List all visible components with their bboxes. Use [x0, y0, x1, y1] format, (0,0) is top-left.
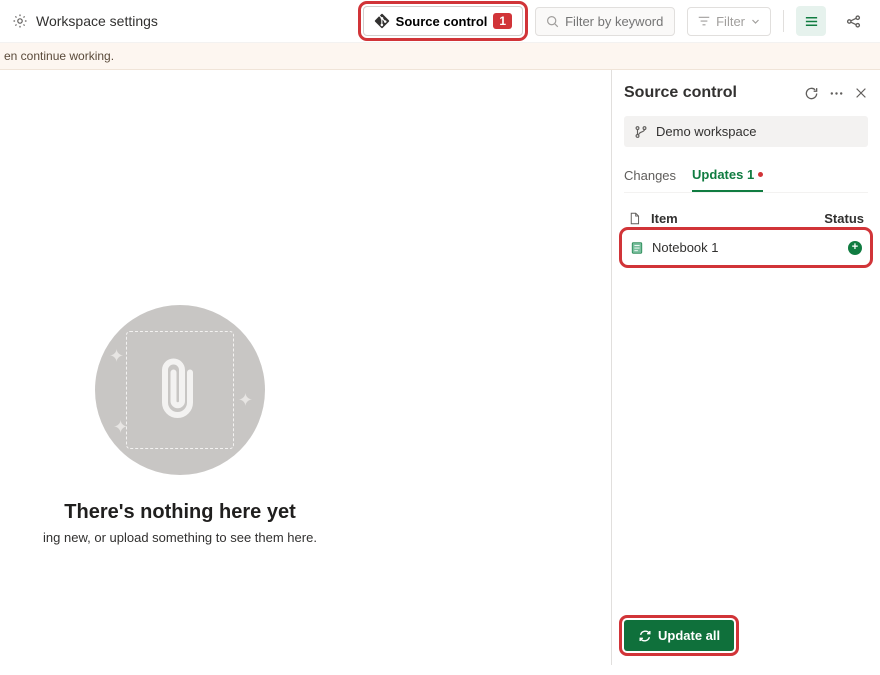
status-added-icon	[848, 241, 862, 255]
filter-icon	[698, 15, 710, 27]
empty-state: ✦ ✦ ✦ There's nothing here yet ing new, …	[0, 305, 360, 545]
branch-icon	[634, 125, 648, 139]
refresh-icon[interactable]	[804, 86, 819, 101]
workspace-settings-label: Workspace settings	[36, 13, 158, 29]
source-control-panel: Source control Demo workspace Cha	[612, 70, 880, 665]
empty-state-title: There's nothing here yet	[64, 501, 295, 524]
source-control-label: Source control	[396, 14, 488, 29]
source-control-badge: 1	[493, 13, 512, 29]
sync-icon	[638, 629, 652, 643]
main: ✦ ✦ ✦ There's nothing here yet ing new, …	[0, 70, 880, 665]
git-icon	[374, 13, 390, 29]
filter-keyword-field[interactable]	[565, 14, 664, 29]
list-icon	[804, 14, 819, 29]
chevron-down-icon	[751, 17, 760, 26]
list-item[interactable]: Notebook 1	[624, 232, 868, 263]
notebook-icon	[630, 241, 644, 255]
update-all-button[interactable]: Update all	[624, 620, 734, 651]
col-status-header: Status	[824, 211, 864, 226]
lineage-view-button[interactable]	[838, 6, 868, 36]
workspace-name: Demo workspace	[656, 124, 756, 139]
tab-changes[interactable]: Changes	[624, 161, 676, 192]
workspace-selector[interactable]: Demo workspace	[624, 116, 868, 147]
panel-title: Source control	[624, 84, 737, 102]
update-all-label: Update all	[658, 628, 720, 643]
close-icon[interactable]	[854, 86, 868, 100]
gear-icon	[12, 13, 28, 29]
list-header: Item Status	[624, 205, 868, 232]
col-item-header: Item	[651, 211, 814, 226]
filter-label: Filter	[716, 14, 745, 29]
source-control-button[interactable]: Source control 1	[363, 6, 523, 36]
tab-updates[interactable]: Updates 1	[692, 161, 763, 192]
file-icon	[628, 212, 641, 225]
empty-state-graphic: ✦ ✦ ✦	[95, 305, 265, 475]
panel-tabs: Changes Updates 1	[624, 161, 868, 193]
topbar: Workspace settings Source control 1 Filt…	[0, 0, 880, 43]
list-view-button[interactable]	[796, 6, 826, 36]
filter-keyword-input[interactable]	[535, 7, 675, 36]
warning-banner: en continue working.	[0, 43, 880, 70]
empty-state-subtitle: ing new, or upload something to see them…	[43, 530, 317, 545]
warning-text: en continue working.	[4, 49, 114, 63]
workspace-settings-button[interactable]: Workspace settings	[12, 13, 158, 29]
paperclip-icon	[150, 355, 210, 425]
more-icon[interactable]	[829, 86, 844, 101]
item-name: Notebook 1	[652, 240, 719, 255]
filter-button[interactable]: Filter	[687, 7, 771, 36]
content-area: ✦ ✦ ✦ There's nothing here yet ing new, …	[0, 70, 612, 665]
search-icon	[546, 15, 559, 28]
updates-indicator-dot	[758, 172, 763, 177]
lineage-icon	[846, 14, 861, 29]
divider	[783, 10, 784, 32]
